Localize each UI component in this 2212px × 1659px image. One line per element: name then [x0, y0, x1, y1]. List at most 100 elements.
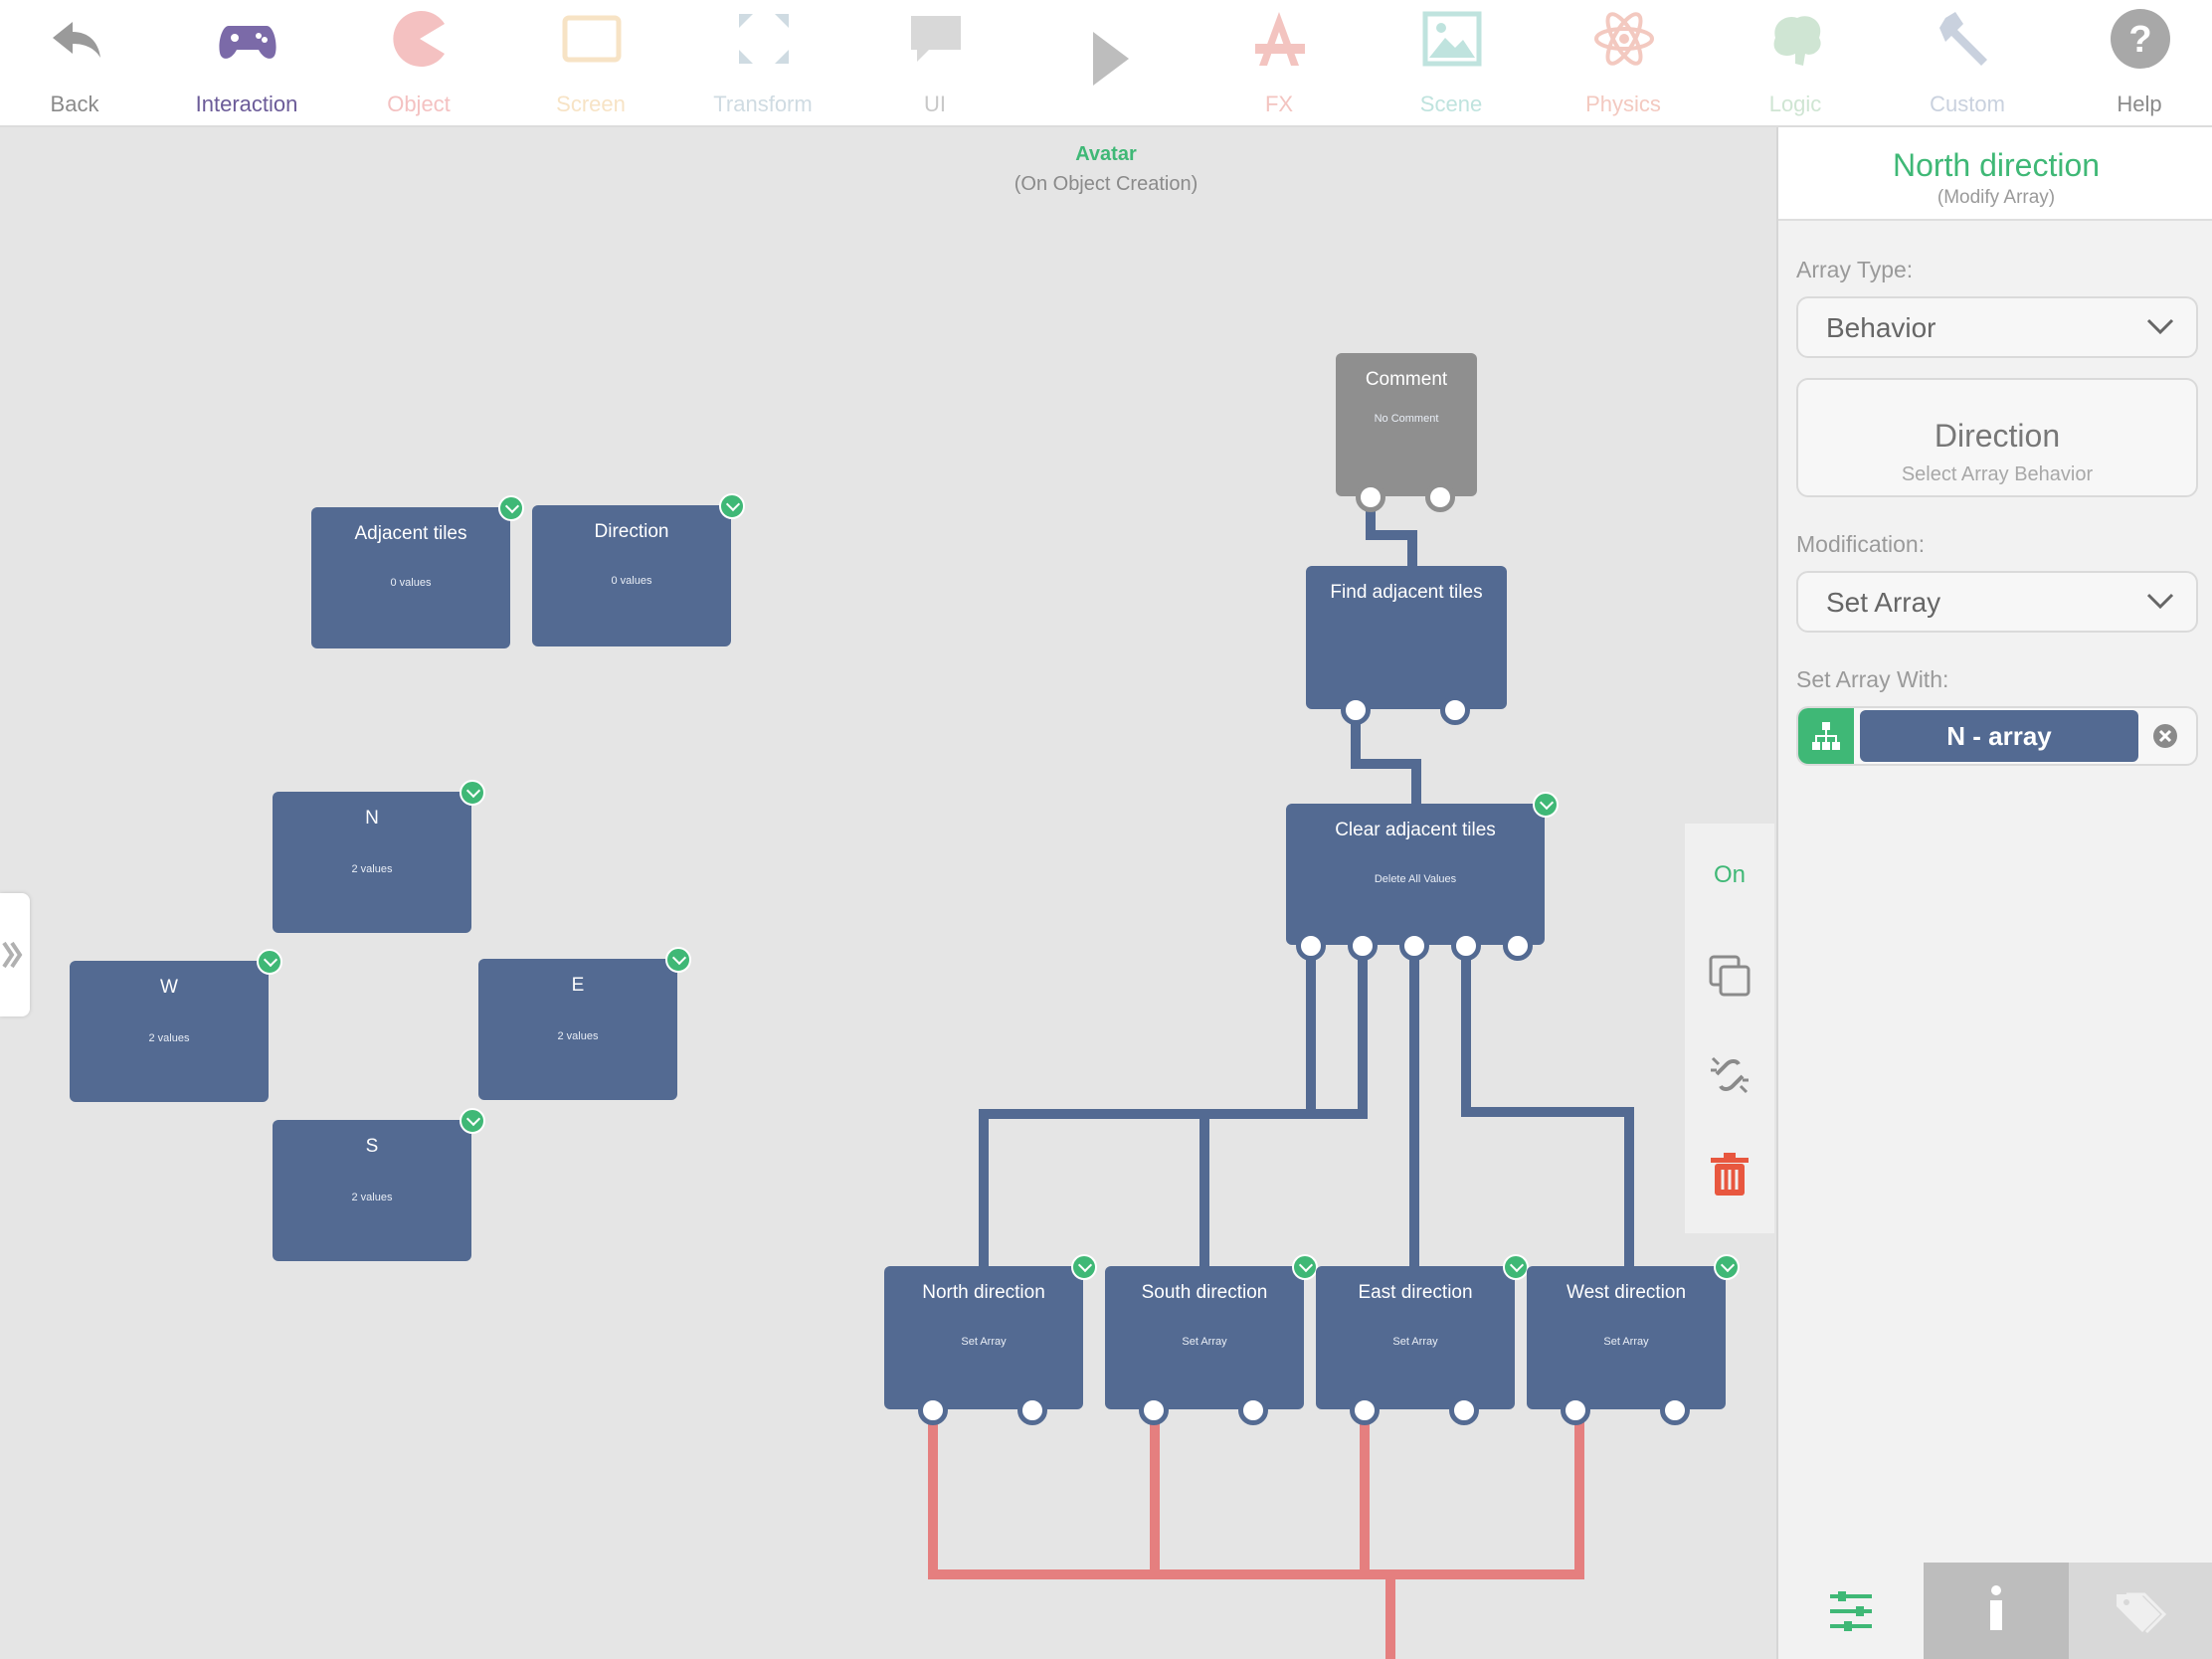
out-port[interactable]	[1451, 931, 1481, 961]
object-button[interactable]: Object	[344, 0, 493, 125]
tab-tags[interactable]	[2069, 1563, 2212, 1659]
chevron-down-icon	[2146, 318, 2174, 335]
help-icon: ?	[2111, 9, 2170, 69]
modification-value: Set Array	[1826, 587, 1941, 618]
tab-info[interactable]	[1924, 1563, 2069, 1659]
array-behavior-select[interactable]: Direction Select Array Behavior	[1796, 378, 2198, 497]
brain-icon	[1773, 16, 1821, 67]
pacman-icon	[393, 11, 445, 67]
out-port[interactable]	[1503, 931, 1533, 961]
fx-icon	[1255, 12, 1305, 66]
on-toggle[interactable]: On	[1685, 861, 1774, 889]
unlink-icon[interactable]	[1707, 1052, 1752, 1098]
node-title: East direction	[1358, 1282, 1473, 1303]
download-icon	[1071, 1254, 1097, 1280]
chevron-down-icon	[2146, 593, 2174, 610]
help-button[interactable]: ? Help	[2065, 0, 2212, 125]
scene-button[interactable]: Scene	[1377, 0, 1526, 125]
interaction-button[interactable]: Interaction	[172, 0, 321, 125]
array-node-s[interactable]: S 2 values	[273, 1108, 485, 1261]
panel-title: North direction	[1892, 147, 2101, 183]
play-button[interactable]	[1032, 0, 1182, 125]
node-title: North direction	[922, 1282, 1045, 1303]
wire-clear-south	[1199, 943, 1368, 1271]
in-port[interactable]	[1561, 1395, 1590, 1425]
find-adjacent-tiles-node[interactable]: Find adjacent tiles	[1306, 566, 1507, 725]
node-title: Adjacent tiles	[354, 523, 467, 544]
array-node-w[interactable]: W 2 values	[70, 949, 282, 1102]
physics-button[interactable]: Physics	[1549, 0, 1698, 125]
download-icon	[498, 495, 524, 521]
ui-button[interactable]: UI	[860, 0, 1010, 125]
custom-button[interactable]: Custom	[1893, 0, 2042, 125]
array-node-e[interactable]: E 2 values	[478, 947, 691, 1100]
out-port[interactable]	[1425, 482, 1455, 512]
out-port[interactable]	[1399, 931, 1429, 961]
modification-select[interactable]: Set Array	[1796, 571, 2198, 633]
behavior-canvas[interactable]: Avatar (On Object Creation) Comment No C…	[0, 127, 1774, 1659]
attribute-picker-button[interactable]	[1798, 708, 1854, 764]
sliders-icon	[1830, 1591, 1872, 1631]
node-subtitle: 2 values	[557, 1030, 599, 1042]
trash-icon[interactable]	[1709, 1152, 1751, 1198]
node-title: Comment	[1365, 369, 1448, 390]
fx-label: FX	[1264, 92, 1294, 116]
modification-label: Modification:	[1796, 531, 1926, 557]
out-port[interactable]	[1296, 931, 1326, 961]
clear-icon[interactable]	[2152, 723, 2178, 749]
out-port[interactable]	[1449, 1395, 1479, 1425]
array-type-label: Array Type:	[1796, 257, 1914, 282]
attribute-token[interactable]: N - array	[1860, 710, 2138, 762]
node-title: W	[160, 977, 178, 998]
node-subtitle: 2 values	[351, 1192, 393, 1203]
in-port[interactable]	[1139, 1395, 1169, 1425]
back-button[interactable]: Back	[0, 0, 149, 125]
array-node-n[interactable]: N 2 values	[273, 780, 485, 933]
south-direction-node[interactable]: South direction Set Array	[1105, 1254, 1318, 1425]
screen-label: Screen	[556, 92, 626, 116]
set-array-with-label: Set Array With:	[1796, 666, 1949, 692]
fx-button[interactable]: FX	[1204, 0, 1354, 125]
out-port[interactable]	[1017, 1395, 1047, 1425]
wire-clear-north	[979, 943, 1316, 1271]
in-port[interactable]	[1350, 1395, 1380, 1425]
node-subtitle: 2 values	[148, 1032, 190, 1044]
out-port[interactable]	[1440, 695, 1470, 725]
array-type-select[interactable]: Behavior	[1796, 296, 2198, 358]
play-icon	[1093, 32, 1129, 86]
screen-button[interactable]: Screen	[516, 0, 665, 125]
download-icon	[665, 947, 691, 973]
node-title: N	[365, 808, 379, 829]
download-icon	[460, 1108, 485, 1134]
north-direction-node[interactable]: North direction Set Array	[884, 1254, 1097, 1425]
download-icon	[460, 780, 485, 806]
in-port[interactable]	[1341, 695, 1371, 725]
wrench-icon	[1939, 12, 1987, 66]
out-port[interactable]	[1660, 1395, 1690, 1425]
east-direction-node[interactable]: East direction Set Array	[1316, 1254, 1529, 1425]
node-title: S	[365, 1136, 379, 1157]
comment-node[interactable]: Comment No Comment	[1336, 353, 1477, 512]
set-array-with-field[interactable]: N - array	[1796, 706, 2198, 766]
back-arrow-icon	[53, 22, 100, 58]
west-direction-node[interactable]: West direction Set Array	[1527, 1254, 1740, 1425]
array-node-direction[interactable]: Direction 0 values	[532, 493, 745, 646]
in-port[interactable]	[1356, 482, 1385, 512]
out-port[interactable]	[1238, 1395, 1268, 1425]
object-label: Object	[387, 92, 451, 116]
transform-button[interactable]: Transform	[688, 0, 837, 125]
duplicate-icon[interactable]	[1707, 953, 1752, 999]
ui-label: UI	[924, 92, 946, 116]
out-port[interactable]	[1348, 931, 1378, 961]
array-node-adjacent-tiles[interactable]: Adjacent tiles 0 values	[311, 495, 524, 648]
in-port[interactable]	[918, 1395, 948, 1425]
logic-button[interactable]: Logic	[1721, 0, 1870, 125]
tab-settings[interactable]	[1778, 1563, 1924, 1659]
array-type-value: Behavior	[1826, 312, 1936, 343]
clear-adjacent-tiles-node[interactable]: Clear adjacent tiles Delete All Values	[1286, 792, 1559, 961]
expand-side-tab[interactable]	[0, 893, 30, 1016]
node-actions-bar: On	[1685, 824, 1774, 1233]
wire-find-clear	[1351, 708, 1421, 807]
node-title: West direction	[1566, 1282, 1687, 1303]
wire-north-out	[928, 1410, 1584, 1579]
